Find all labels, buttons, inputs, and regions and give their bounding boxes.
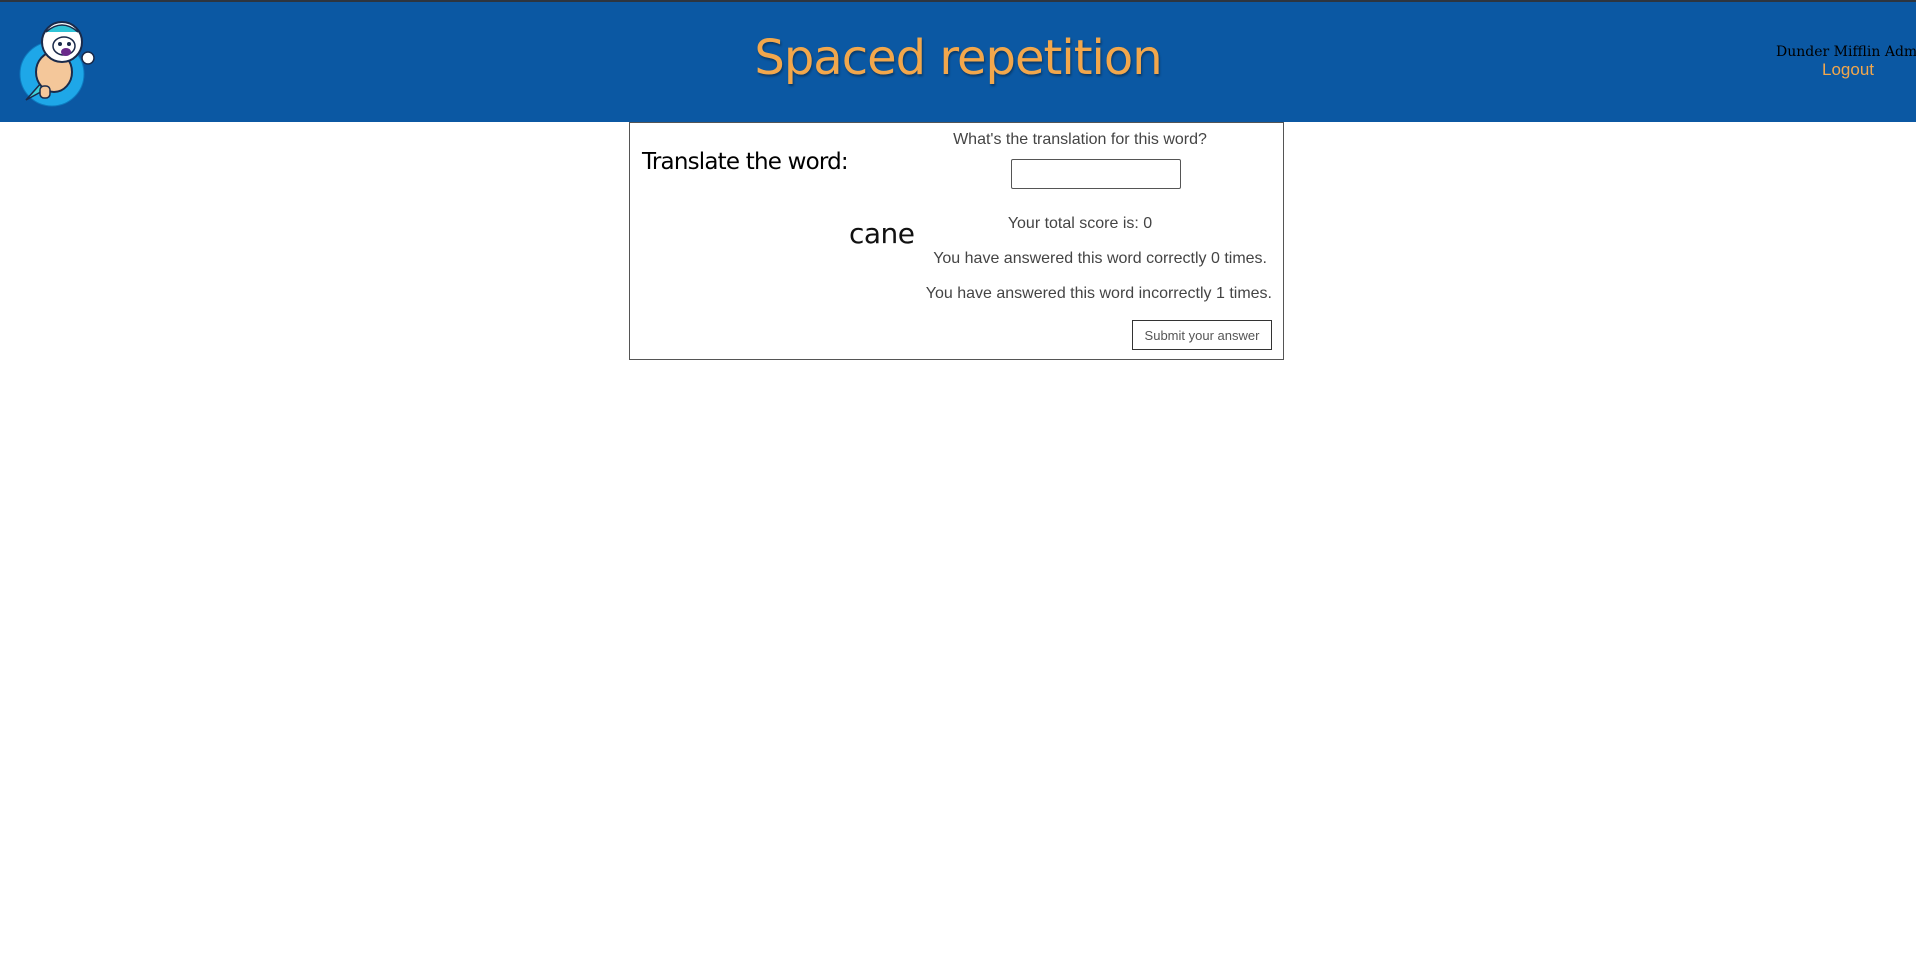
learning-card: Translate the word: cane What's the tran…	[629, 122, 1284, 360]
translate-heading: Translate the word:	[642, 149, 849, 175]
logout-link[interactable]: Logout	[1822, 60, 1874, 80]
translation-prompt-label: What's the translation for this word?	[953, 131, 1207, 148]
site-title: Spaced repetition	[754, 30, 1162, 86]
correct-count-text: You have answered this word correctly 0 …	[933, 250, 1267, 267]
total-score-text: Your total score is: 0	[1007, 215, 1153, 232]
incorrect-count-text: You have answered this word incorrectly …	[925, 285, 1272, 302]
app-header: Spaced repetition Dunder Mifflin Admin L…	[0, 0, 1916, 122]
translation-input[interactable]	[1011, 159, 1181, 189]
user-block: Dunder Mifflin Admin Logout	[1770, 44, 1916, 80]
submit-answer-button[interactable]: Submit your answer	[1132, 320, 1272, 350]
user-name: Dunder Mifflin Admin	[1776, 44, 1916, 60]
